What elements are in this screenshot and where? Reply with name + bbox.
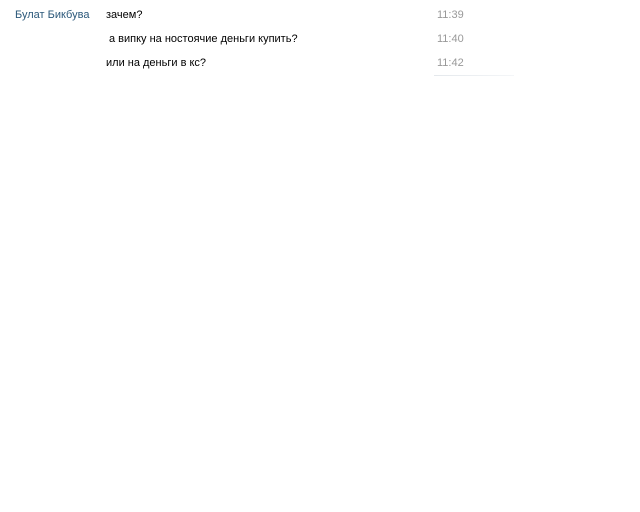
- sender-name-link[interactable]: Булат Бикбува: [15, 9, 89, 21]
- message-row: или на деньги в кс? 11:42: [106, 55, 516, 71]
- message-text: или на деньги в кс?: [106, 57, 207, 69]
- chat-history: Булат Бикбува зачем? 11:39 а випку на но…: [0, 0, 640, 512]
- message-timestamp: 11:40: [437, 33, 464, 45]
- message-divider: [434, 75, 514, 76]
- message-row: зачем? 11:39: [106, 7, 516, 23]
- message-timestamp: 11:42: [437, 57, 464, 69]
- message-text: зачем?: [106, 9, 143, 21]
- message-timestamp: 11:39: [437, 9, 464, 21]
- message-row: а випку на ностоячие деньги купить? 11:4…: [106, 31, 516, 47]
- message-text: а випку на ностоячие деньги купить?: [109, 33, 298, 45]
